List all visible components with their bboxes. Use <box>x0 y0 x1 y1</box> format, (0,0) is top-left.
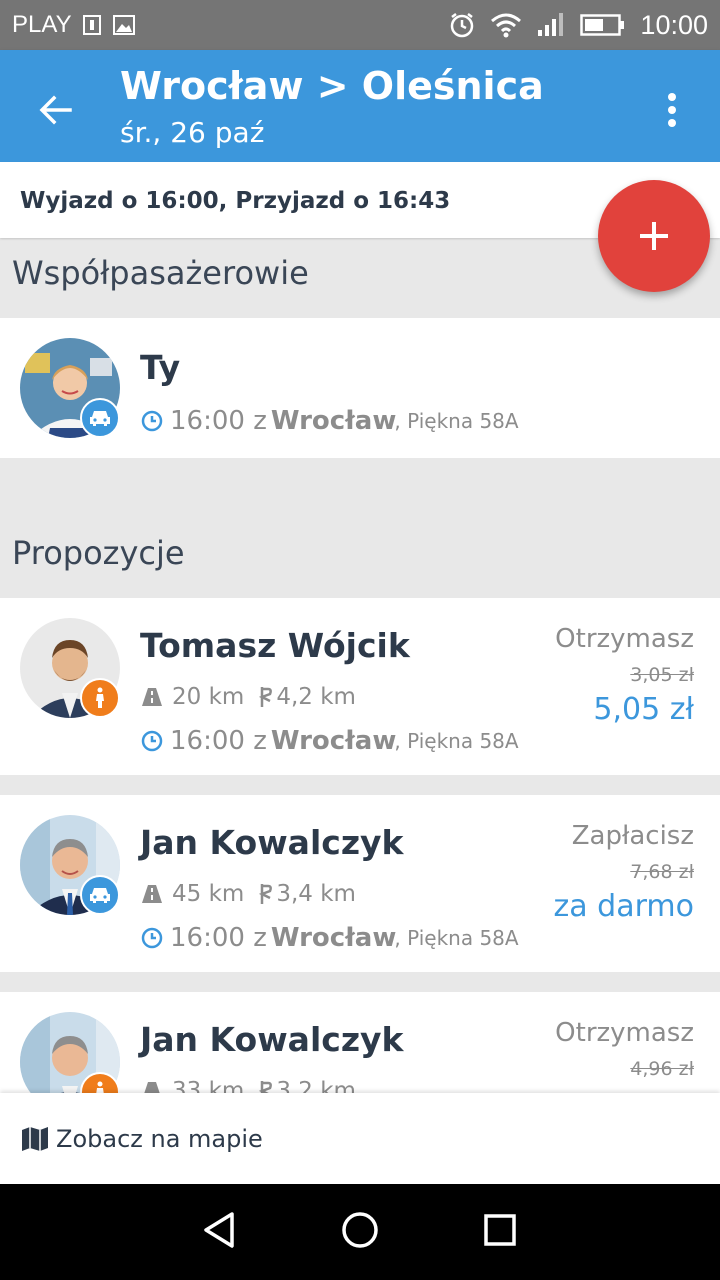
plus-icon <box>640 222 668 250</box>
status-bar: PLAY 10:00 <box>0 0 720 50</box>
copassengers-header: Współpasażerowie <box>12 254 309 292</box>
proposal-name: Jan Kowalczyk <box>140 1020 404 1059</box>
overflow-menu-button[interactable] <box>652 82 692 138</box>
distance-info: 20 km 4,2 km <box>140 684 356 710</box>
wifi-icon <box>490 12 522 38</box>
carrier-label: PLAY <box>12 11 72 38</box>
pedestrian-icon <box>96 1081 104 1093</box>
my-trip-card[interactable]: Ty 16:00 z Wrocław, Piękna 58A <box>0 318 720 458</box>
route-title: Wrocław > Oleśnica <box>120 64 544 108</box>
circle-home-icon <box>342 1212 378 1248</box>
clock-icon <box>141 927 163 949</box>
walk-distance: 3,2 km <box>276 1078 356 1093</box>
departure-info: 16:00 z Wrocław, Piękna 58A <box>140 923 519 953</box>
price-old: 7,68 zł <box>630 861 694 883</box>
proposals-header: Propozycje <box>12 534 185 572</box>
clock-icon <box>141 730 163 752</box>
road-icon <box>144 1082 160 1093</box>
nav-back-button[interactable] <box>200 1210 240 1254</box>
departure-info: 16:00 z Wrocław, Piękna 58A <box>140 406 519 436</box>
proposal-card[interactable]: Tomasz Wójcik 20 km 4,2 km 16:00 z Wrocł… <box>0 598 720 775</box>
price-new: 5,05 zł <box>593 692 694 727</box>
departure-address: , Piękna 58A <box>394 409 519 433</box>
walk-route-icon <box>259 1081 273 1093</box>
clock: 10:00 <box>640 9 708 40</box>
car-badge <box>80 875 120 915</box>
more-vert-icon <box>668 93 676 127</box>
departure-info: 16:00 z Wrocław, Piękna 58A <box>140 726 519 756</box>
proposal-name: Tomasz Wójcik <box>140 626 410 665</box>
proposal-name: Jan Kowalczyk <box>140 823 404 862</box>
app-bar: Wrocław > Oleśnica śr., 26 paź <box>0 50 720 162</box>
price-new: za darmo <box>553 889 694 924</box>
system-nav-bar <box>0 1184 720 1280</box>
ride-distance: 45 km <box>172 881 245 907</box>
price-old: 3,05 zł <box>630 664 694 686</box>
departure-time: 16:00 z <box>170 726 267 756</box>
departure-place: Wrocław <box>270 406 397 436</box>
signal-icon <box>536 12 566 38</box>
ride-distance: 20 km <box>172 684 245 710</box>
departure-address: , Piękna 58A <box>394 729 519 753</box>
battery-icon <box>580 13 626 37</box>
price-label: Otrzymasz <box>555 1018 694 1048</box>
image-icon <box>112 14 136 36</box>
price-label: Zapłacisz <box>571 821 694 851</box>
road-icon <box>142 688 162 706</box>
walk-distance: 4,2 km <box>276 684 356 710</box>
pedestrian-icon <box>96 687 104 708</box>
departure-time: 16:00 z <box>170 406 267 436</box>
nav-home-button[interactable] <box>340 1210 380 1254</box>
add-button[interactable] <box>598 180 710 292</box>
road-icon <box>142 885 162 903</box>
map-icon <box>22 1126 48 1151</box>
price-label: Otrzymasz <box>555 624 694 654</box>
car-badge <box>80 398 120 438</box>
arrow-back-icon <box>39 95 72 125</box>
proposal-card[interactable]: Jan Kowalczyk 45 km 3,4 km 16:00 z Wrocł… <box>0 795 720 972</box>
route-date: śr., 26 paź <box>120 116 265 149</box>
nav-recents-button[interactable] <box>480 1210 520 1254</box>
ride-distance: 33 km <box>172 1078 245 1093</box>
show-on-map-button[interactable]: Zobacz na mapie <box>0 1093 720 1184</box>
pedestrian-badge <box>80 678 120 718</box>
show-on-map-label: Zobacz na mapie <box>56 1124 263 1153</box>
proposal-card[interactable]: Jan Kowalczyk 33 km 3,2 km Otrzymasz 4,9… <box>0 992 720 1093</box>
walk-route-icon <box>259 884 273 904</box>
price-old: 4,96 zł <box>630 1058 694 1080</box>
departure-time: 16:00 z <box>170 923 267 953</box>
car-icon <box>90 411 110 426</box>
trip-summary-text: Wyjazd o 16:00, Przyjazd o 16:43 <box>20 188 451 214</box>
walk-distance: 3,4 km <box>276 881 356 907</box>
departure-place: Wrocław <box>270 726 397 756</box>
departure-place: Wrocław <box>270 923 397 953</box>
my-name: Ty <box>140 348 181 387</box>
triangle-back-icon <box>204 1212 234 1248</box>
distance-info: 33 km 3,2 km <box>140 1078 356 1093</box>
distance-info: 45 km 3,4 km <box>140 881 356 907</box>
departure-address: , Piękna 58A <box>394 926 519 950</box>
clock-icon <box>141 410 163 432</box>
square-recents-icon <box>484 1214 516 1246</box>
alarm-icon <box>448 11 476 39</box>
car-icon <box>90 888 110 903</box>
walk-route-icon <box>259 687 273 707</box>
notification-icon <box>82 14 102 36</box>
back-button[interactable] <box>28 82 84 138</box>
